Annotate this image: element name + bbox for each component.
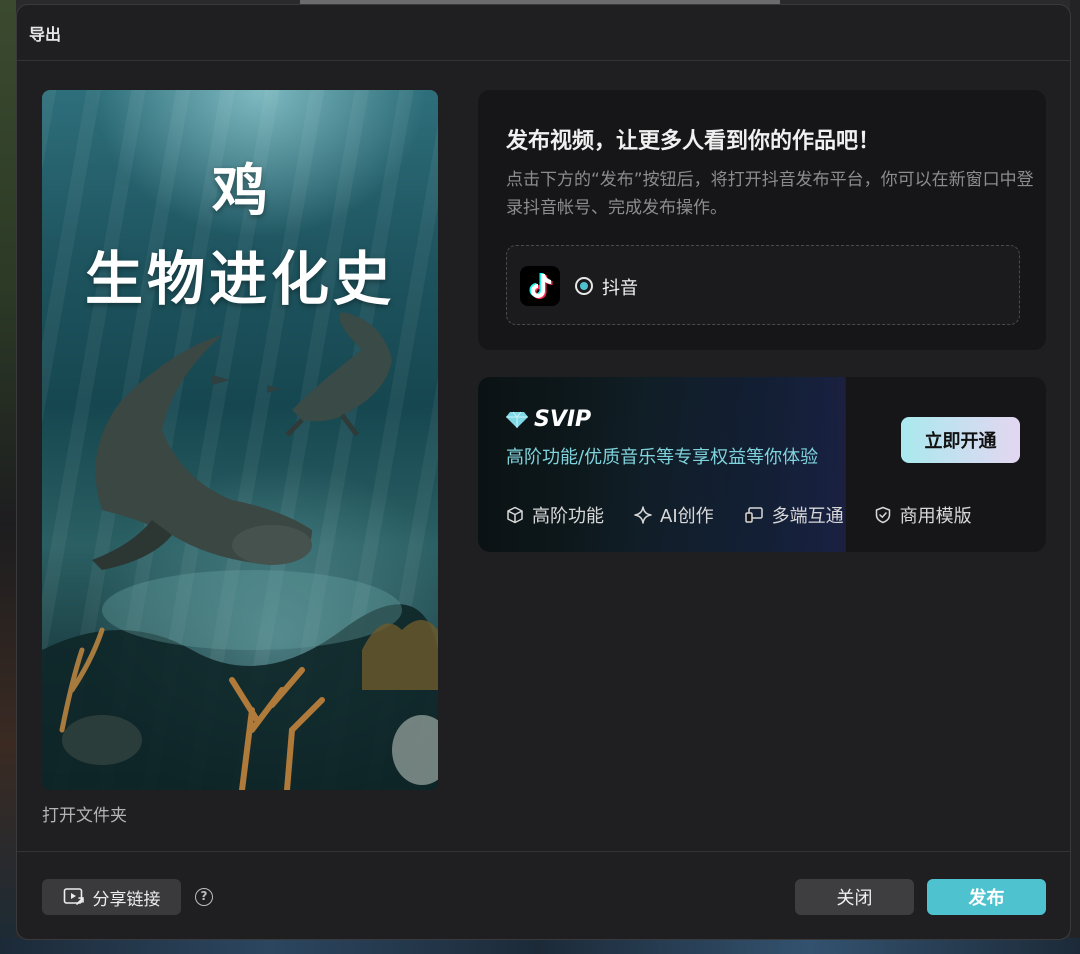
cube-icon xyxy=(507,506,523,524)
share-video-icon xyxy=(63,888,84,905)
preview-title-line1: 鸡 xyxy=(212,158,268,224)
background-timeline xyxy=(0,938,1080,954)
platform-radio[interactable] xyxy=(575,277,593,295)
background-app-right xyxy=(1070,0,1080,954)
share-link-button[interactable]: 分享链接 xyxy=(42,879,181,915)
feature-advanced: 高阶功能 xyxy=(506,502,604,528)
publish-description: 点击下方的“发布”按钮后，将打开抖音发布平台，你可以在新窗口中登录抖音帐号、完成… xyxy=(506,170,1034,218)
share-link-label: 分享链接 xyxy=(92,889,161,910)
feature-label: 多端互通 xyxy=(771,506,844,527)
export-dialog: 导出 鸡 生物进化史 打开文件夹 发布视频，让更多人看到你的作品吧！ 点击下方的… xyxy=(16,4,1071,940)
help-icon[interactable]: ? xyxy=(195,888,213,906)
diamond-icon xyxy=(506,411,528,428)
dialog-title: 导出 xyxy=(29,24,62,44)
feature-label: 商用模版 xyxy=(899,506,972,527)
tiktok-icon xyxy=(520,266,560,306)
publish-card: 发布视频，让更多人看到你的作品吧！ 点击下方的“发布”按钮后，将打开抖音发布平台… xyxy=(478,90,1046,350)
sparkle-icon xyxy=(634,506,652,524)
svip-features: 高阶功能 AI创作 多端互通 商用模版 xyxy=(506,502,1002,528)
svip-badge: SVIP xyxy=(506,407,591,432)
feature-commercial-template: 商用模版 xyxy=(874,502,972,528)
preview-title-line2: 生物进化史 xyxy=(84,245,395,313)
platform-label: 抖音 xyxy=(602,278,638,299)
video-preview: 鸡 生物进化史 xyxy=(42,90,438,790)
svip-promo-card: SVIP 高阶功能/优质音乐等专享权益等你体验 立即开通 高阶功能 AI创作 多… xyxy=(478,377,1046,552)
platform-option-douyin[interactable]: 抖音 xyxy=(506,245,1020,325)
feature-label: 高阶功能 xyxy=(532,506,604,527)
close-button[interactable]: 关闭 xyxy=(795,879,914,915)
feature-ai: AI创作 xyxy=(634,502,714,528)
publish-heading: 发布视频，让更多人看到你的作品吧！ xyxy=(506,129,881,154)
shield-check-icon xyxy=(875,506,890,524)
devices-icon xyxy=(744,507,763,523)
background-app-left xyxy=(0,0,16,954)
open-folder-link[interactable]: 打开文件夹 xyxy=(42,801,127,826)
footer-divider xyxy=(17,851,1070,852)
feature-label: AI创作 xyxy=(660,506,714,527)
feature-multi-device: 多端互通 xyxy=(744,502,844,528)
open-svip-button[interactable]: 立即开通 xyxy=(901,417,1020,463)
dialog-title-bar: 导出 xyxy=(17,5,1070,61)
svip-label: SVIP xyxy=(534,407,592,432)
svip-description: 高阶功能/优质音乐等专享权益等你体验 xyxy=(506,447,819,468)
publish-button[interactable]: 发布 xyxy=(927,879,1046,915)
